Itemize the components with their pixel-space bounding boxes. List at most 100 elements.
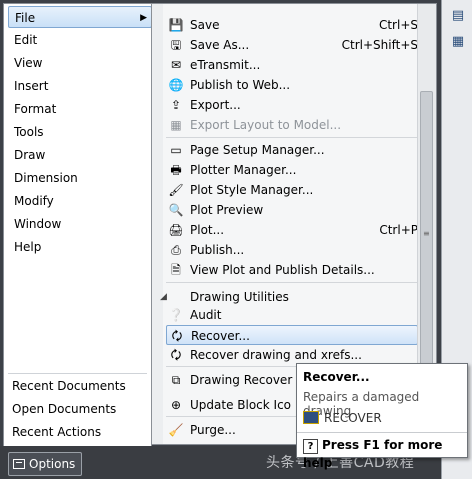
etransmit-icon: ✉	[170, 58, 182, 72]
save-as-item[interactable]: 🖫 Save As... Ctrl+Shift+S	[166, 35, 418, 55]
save-item[interactable]: 💾 Save Ctrl+S	[166, 15, 418, 35]
collapse-triangle-icon: ◢	[160, 292, 167, 302]
plot-style-icon: 🖌	[168, 183, 184, 197]
page-setup-manager-item[interactable]: ▭ Page Setup Manager...	[166, 140, 418, 160]
item-label: Plot Style Manager...	[190, 183, 314, 197]
open-documents-link[interactable]: Open Documents	[12, 398, 116, 420]
group-heading: Drawing Utilities	[190, 290, 289, 304]
menu-item-format[interactable]: Format	[8, 98, 147, 120]
item-label: Page Setup Manager...	[190, 143, 325, 157]
item-label: Plot...	[190, 223, 225, 237]
item-label: Recover drawing and xrefs...	[190, 348, 362, 362]
item-label: Update Block Ico	[190, 398, 292, 412]
drawing-utilities-group[interactable]: ◢ Drawing Utilities	[160, 287, 420, 307]
command-name: RECOVER	[324, 411, 382, 425]
tooltip-command: RECOVER	[303, 410, 382, 426]
recover-xrefs-icon: 🗘	[170, 348, 182, 362]
item-label: Publish...	[190, 243, 245, 257]
publish-icon: ⎙	[171, 243, 181, 257]
item-label: View Plot and Publish Details...	[190, 263, 375, 277]
item-label: Export Layout to Model...	[190, 118, 342, 132]
grip-icon: ≡	[423, 229, 430, 238]
recover-tooltip: Recover... Repairs a damaged drawing REC…	[296, 363, 468, 470]
item-label: Recover...	[191, 329, 250, 343]
item-label: Plot Preview	[190, 203, 264, 217]
export-layout-icon: ▦	[170, 118, 182, 132]
menu-item-label: Tools	[14, 125, 44, 139]
item-label: Plotter Manager...	[190, 163, 297, 177]
menu-item-label: Insert	[14, 79, 49, 93]
menu-item-draw[interactable]: Draw	[8, 144, 147, 166]
main-menu-list: File ▶ Edit View Insert Format Tools Dra…	[3, 3, 152, 447]
recover-xrefs-item[interactable]: 🗘 Recover drawing and xrefs...	[166, 345, 418, 365]
menu-item-view[interactable]: View	[8, 52, 147, 74]
menu-item-label: Edit	[14, 33, 38, 47]
stack-icon[interactable]: ▦	[449, 34, 467, 50]
recover-item[interactable]: 🗘 Recover...	[166, 325, 418, 345]
purge-icon: 🧹	[168, 423, 184, 437]
layers-icon[interactable]: ▤	[449, 8, 467, 24]
item-label: Save	[190, 18, 220, 32]
save-icon: 💾	[168, 18, 184, 32]
plotter-manager-item[interactable]: 🖶 Plotter Manager...	[166, 160, 418, 180]
help-icon: ?	[303, 439, 318, 454]
view-plot-details-item[interactable]: 🗎 View Plot and Publish Details...	[166, 260, 418, 280]
drawing-recover-icon: ⧉	[171, 373, 181, 387]
tooltip-title: Recover...	[303, 370, 370, 384]
application-menu: File ▶ Edit View Insert Format Tools Dra…	[0, 0, 472, 479]
options-button[interactable]: Options	[8, 452, 83, 476]
plot-preview-icon: 🔍	[168, 203, 184, 217]
plot-details-icon: 🗎	[171, 263, 181, 277]
menu-item-modify[interactable]: Modify	[8, 190, 147, 212]
item-label: Audit	[190, 308, 222, 322]
help-text: Press F1 for more help	[303, 438, 443, 470]
recover-icon: 🗘	[171, 329, 183, 343]
shortcut-label: Ctrl+S	[378, 18, 418, 32]
publish-web-icon: 🌐	[168, 78, 184, 92]
menu-item-dimension[interactable]: Dimension	[8, 167, 147, 189]
menu-separator	[166, 137, 418, 138]
menu-item-label: File	[15, 11, 36, 25]
export-icon: ⇪	[170, 98, 182, 112]
options-icon	[13, 459, 25, 469]
menu-item-label: Dimension	[14, 171, 78, 185]
plot-icon: 🖨	[168, 223, 184, 237]
menu-item-tools[interactable]: Tools	[8, 121, 147, 143]
recent-actions-link[interactable]: Recent Actions	[12, 421, 101, 443]
plot-style-manager-item[interactable]: 🖌 Plot Style Manager...	[166, 180, 418, 200]
menu-item-edit[interactable]: Edit	[8, 29, 147, 51]
save-as-icon: 🖫	[170, 38, 182, 52]
item-label: eTransmit...	[190, 58, 261, 72]
submenu-gutter	[152, 4, 163, 444]
plot-preview-item[interactable]: 🔍 Plot Preview	[166, 200, 418, 220]
etransmit-item[interactable]: ✉ eTransmit...	[166, 55, 418, 75]
tooltip-divider	[297, 432, 467, 433]
item-label: Drawing Recover	[190, 373, 293, 387]
export-item[interactable]: ⇪ Export...	[166, 95, 418, 115]
tooltip-help: ? Press F1 for more help	[303, 436, 467, 472]
plotter-icon: 🖶	[170, 163, 182, 177]
page-setup-icon: ▭	[170, 143, 182, 157]
menu-item-label: Format	[14, 102, 57, 116]
audit-item[interactable]: ❔ Audit	[166, 305, 418, 325]
command-icon	[303, 411, 319, 424]
menu-item-file[interactable]: File ▶	[8, 6, 152, 28]
plot-item[interactable]: 🖨 Plot... Ctrl+P	[166, 220, 418, 240]
menu-item-label: View	[14, 56, 43, 70]
item-label: Save As...	[190, 38, 250, 52]
scrollbar-thumb[interactable]: ≡	[420, 91, 433, 381]
menu-item-label: Help	[14, 240, 42, 254]
menu-item-help[interactable]: Help	[8, 236, 147, 258]
recent-documents-link[interactable]: Recent Documents	[12, 375, 126, 397]
shortcut-label: Ctrl+Shift+S	[341, 38, 418, 52]
menu-item-label: Window	[14, 217, 62, 231]
menu-item-window[interactable]: Window	[8, 213, 147, 235]
menu-item-insert[interactable]: Insert	[8, 75, 147, 97]
export-layout-item: ▦ Export Layout to Model...	[166, 115, 418, 135]
publish-to-web-item[interactable]: 🌐 Publish to Web...	[166, 75, 418, 95]
menu-divider	[8, 373, 147, 374]
menu-item-label: Modify	[14, 194, 54, 208]
publish-item[interactable]: ⎙ Publish...	[166, 240, 418, 260]
item-label: Publish to Web...	[190, 78, 291, 92]
item-label: Export...	[190, 98, 241, 112]
